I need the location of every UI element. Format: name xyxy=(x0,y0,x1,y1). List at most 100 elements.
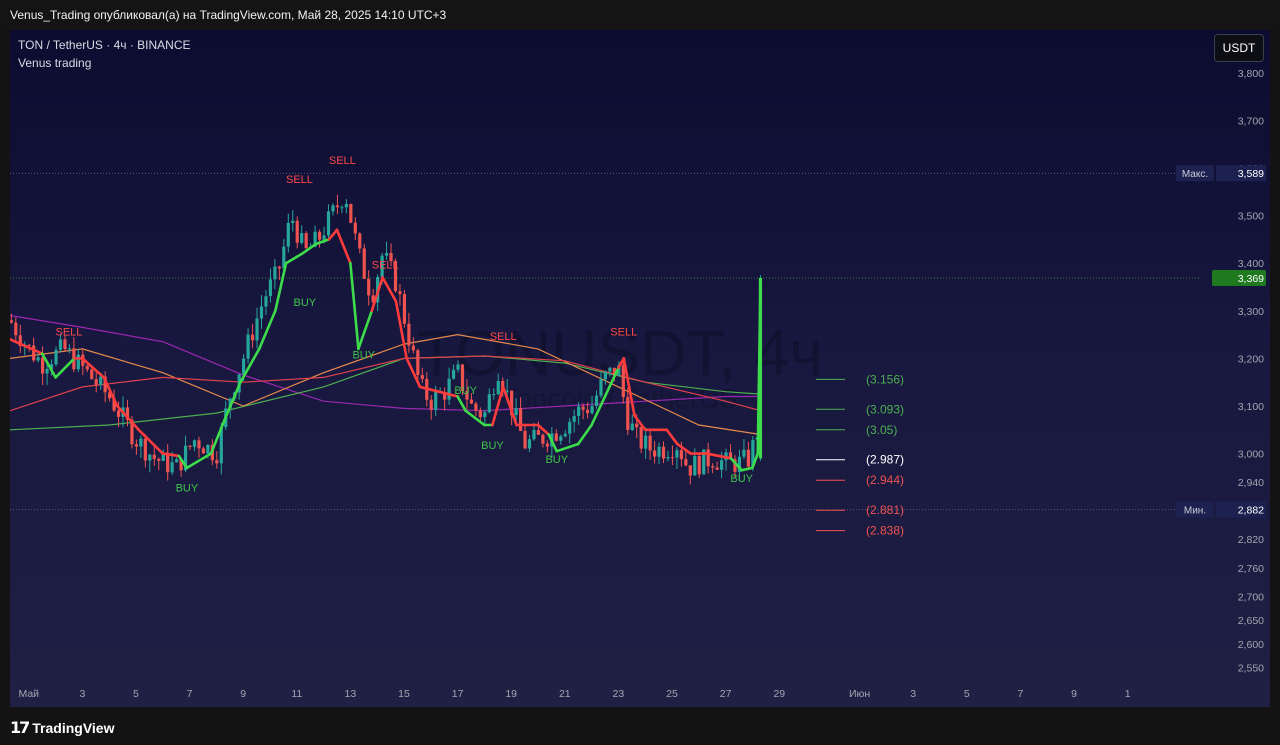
x-axis-tick: 3 xyxy=(79,688,85,700)
candle-down xyxy=(14,322,18,336)
candle-up xyxy=(175,459,179,463)
level-label: (2.987) xyxy=(866,453,904,467)
candle-up xyxy=(644,435,648,449)
candle-down xyxy=(639,427,643,449)
buy-sell-line-segment xyxy=(274,261,288,313)
candle-down xyxy=(201,448,206,454)
candle-up xyxy=(599,379,603,396)
y-axis-tick: 3,500 xyxy=(1238,211,1264,223)
candle-down xyxy=(188,445,192,447)
buy-signal-label: BUY xyxy=(730,473,753,485)
candle-up xyxy=(340,207,344,209)
y-axis-tick: 2,700 xyxy=(1238,591,1264,603)
sell-signal-label: SELL xyxy=(372,260,399,272)
candle-down xyxy=(295,220,299,243)
candle-down xyxy=(469,399,474,404)
candle-up xyxy=(255,318,259,341)
buy-sell-line-segment xyxy=(456,395,467,413)
legend-symbol[interactable]: TON / TetherUS · 4ч · BINANCE xyxy=(18,38,191,52)
candle-down xyxy=(545,443,549,447)
buy-signal-label: BUY xyxy=(454,385,477,397)
candle-up xyxy=(693,456,697,476)
chart-area[interactable]: TONUSDT, 4ч Toncoin / TetherUS SELL SELL S… xyxy=(10,30,1270,707)
candle-down xyxy=(152,454,156,459)
x-axis-tick: 9 xyxy=(240,688,246,700)
y-axis-tick: 3,000 xyxy=(1238,449,1264,461)
y-axis-tick: 3,400 xyxy=(1238,258,1264,270)
candle-up xyxy=(264,296,268,307)
candle-down xyxy=(554,433,558,441)
candle-down xyxy=(304,233,308,249)
buy-sell-line-segment xyxy=(349,261,360,351)
buy-sell-line-segment xyxy=(357,309,374,351)
legend-indicator[interactable]: Venus trading xyxy=(18,56,91,70)
y-axis-tick: 2,550 xyxy=(1238,663,1264,675)
level-label: (3.156) xyxy=(866,372,904,386)
candle-up xyxy=(447,378,451,400)
candle-down xyxy=(362,248,366,279)
level-label: (3.05) xyxy=(866,423,897,437)
buy-signal-label: BUY xyxy=(481,440,504,452)
candle-down xyxy=(523,430,527,449)
candle-down xyxy=(706,449,710,467)
candle-down xyxy=(197,440,201,449)
candle-down xyxy=(581,406,585,410)
candle-down xyxy=(367,278,371,296)
candle-up xyxy=(657,446,661,457)
candle-up xyxy=(291,220,295,223)
candle-up xyxy=(326,211,331,236)
candle-up xyxy=(590,405,594,414)
footer-bar: 17 TradingView xyxy=(0,707,1280,745)
candle-up xyxy=(384,253,389,256)
buy-signal-label: BUY xyxy=(352,349,375,361)
y-axis-tick: 3,100 xyxy=(1238,401,1264,413)
candle-down xyxy=(679,450,683,460)
candle-up xyxy=(514,408,518,416)
buy-sell-line-segment xyxy=(576,423,593,446)
candle-up xyxy=(434,391,438,410)
tradingview-logo[interactable]: 17 TradingView xyxy=(10,718,114,737)
buy-sell-line-segment xyxy=(665,428,679,446)
y-axis-tick: 3,300 xyxy=(1238,306,1264,318)
candle-down xyxy=(536,430,541,435)
sell-signal-label: SELL xyxy=(329,155,356,167)
candle-down xyxy=(157,458,161,461)
x-axis-tick: 7 xyxy=(1018,688,1024,700)
x-axis-tick: 13 xyxy=(345,688,357,700)
level-label: (2.944) xyxy=(866,473,904,487)
candle-up xyxy=(603,371,608,380)
tradingview-icon: 17 xyxy=(10,718,30,737)
high-tag: Макс. 3,589 xyxy=(1176,165,1266,182)
currency-button[interactable]: USDT xyxy=(1214,34,1264,62)
candle-up xyxy=(58,339,63,350)
candle-down xyxy=(353,222,357,234)
y-axis-tick: 3,700 xyxy=(1238,115,1264,127)
low-tag: Мин. 2,882 xyxy=(1176,501,1266,518)
candle-down xyxy=(90,369,94,380)
candle-up xyxy=(496,380,500,395)
candle-up xyxy=(76,354,80,370)
candle-up xyxy=(331,205,335,212)
buy-sell-line-segment xyxy=(161,452,181,458)
last-price-value: 3,369 xyxy=(1238,273,1264,285)
buy-sell-line-segment xyxy=(300,242,317,255)
candle-down xyxy=(518,408,523,431)
candle-down xyxy=(478,410,482,418)
candle-down xyxy=(652,450,657,457)
x-axis-tick: 25 xyxy=(666,688,678,700)
y-axis-tick: 2,760 xyxy=(1238,563,1264,575)
candle-down xyxy=(41,357,45,374)
buy-sell-line-segment xyxy=(314,238,331,246)
candle-up xyxy=(456,364,460,370)
x-axis-tick: 21 xyxy=(559,688,571,700)
buy-sell-line-segment xyxy=(555,442,580,453)
candle-down xyxy=(215,460,219,464)
candle-down xyxy=(715,467,719,470)
x-axis-tick: 7 xyxy=(187,688,193,700)
candle-down xyxy=(143,438,147,461)
price-chart[interactable]: TONUSDT, 4ч Toncoin / TetherUS SELLSELLS… xyxy=(10,30,1270,707)
low-tag-label: Мин. xyxy=(1184,506,1206,517)
candle-up xyxy=(36,357,40,361)
candle-down xyxy=(94,379,98,385)
candle-up xyxy=(170,462,174,473)
